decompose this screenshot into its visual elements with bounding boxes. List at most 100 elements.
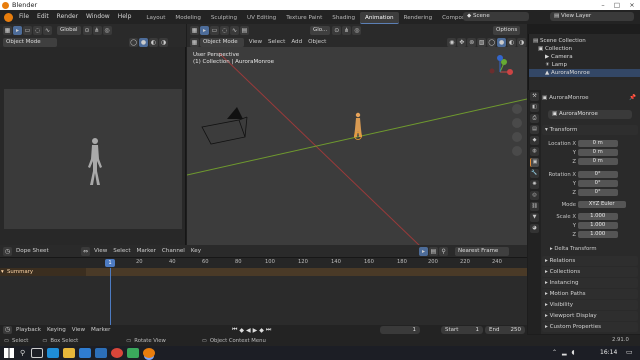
view-layer-selector[interactable]: ▤ View Layer — [550, 12, 634, 21]
viewport-pivot-icon[interactable]: ⊙ — [332, 26, 342, 35]
editor-type-icon[interactable]: ▦ — [3, 26, 12, 35]
rotation-mode-dropdown[interactable]: XYZ Euler — [577, 201, 626, 208]
outliner-scene-collection[interactable]: ▤ Scene Collection — [529, 37, 640, 45]
collections-panel-header[interactable]: ▸ Collections — [542, 267, 638, 277]
custom-properties-panel-header[interactable]: ▸ Custom Properties — [542, 322, 638, 332]
viewport-shading-wire-icon[interactable]: ◯ — [129, 38, 138, 47]
next-key-icon[interactable]: ◆ — [259, 327, 264, 334]
shading-material-icon[interactable]: ◐ — [507, 38, 517, 47]
particles-tab-icon[interactable]: ✺ — [530, 180, 539, 189]
data-tab-icon[interactable]: ▼ — [530, 213, 539, 222]
viewport-box-select-icon[interactable]: ▭ — [210, 26, 219, 35]
tray-up-icon[interactable]: ⌃ — [552, 349, 557, 356]
blender-taskbar-icon[interactable] — [143, 348, 156, 358]
viewport-nav-buttons[interactable] — [512, 104, 522, 156]
gizmo-toggle-icon[interactable]: ✥ — [457, 38, 467, 47]
dopesheet-menu-view[interactable]: View — [91, 245, 110, 258]
mail-icon[interactable] — [95, 348, 108, 358]
physics-tab-icon[interactable]: ◎ — [530, 191, 539, 200]
windows-start-icon[interactable] — [4, 348, 14, 358]
blender-menu-icon[interactable] — [4, 12, 13, 22]
left-mode-dropdown[interactable]: Object Mode — [3, 38, 57, 47]
transform-orientation-dropdown[interactable]: Global — [57, 26, 81, 35]
play-icon[interactable]: ▶ — [253, 327, 258, 334]
timeline-editor-icon[interactable]: ◷ — [3, 326, 12, 334]
tab-rendering[interactable]: Rendering — [399, 12, 438, 24]
relations-panel-header[interactable]: ▸ Relations — [542, 256, 638, 266]
jump-start-icon[interactable]: ⏮ — [232, 326, 237, 334]
clock[interactable]: 16:14 — [600, 349, 617, 356]
tab-texture-paint[interactable]: Texture Paint — [281, 12, 327, 24]
search-icon[interactable]: ⚲ — [20, 349, 25, 357]
tab-layout[interactable]: Layout — [141, 12, 170, 24]
summary-channel[interactable]: ▾ Summary — [0, 268, 86, 276]
object-tab-icon[interactable]: ▣ — [530, 158, 539, 167]
lasso-select-icon[interactable]: ∿ — [43, 26, 52, 35]
3d-viewport[interactable]: User Perspective (1) Collection | Aurora… — [187, 47, 527, 270]
app-icon[interactable] — [127, 348, 140, 358]
output-tab-icon[interactable]: ⎙ — [530, 114, 539, 123]
outliner-collection[interactable]: ▣ Collection — [529, 45, 640, 53]
dopesheet-menu-marker[interactable]: Marker — [134, 245, 159, 258]
play-reverse-icon[interactable]: ◀ — [246, 327, 251, 334]
tab-modeling[interactable]: Modeling — [170, 12, 205, 24]
dopesheet-menu-key[interactable]: Key — [188, 245, 204, 258]
tab-sculpting[interactable]: Sculpting — [206, 12, 242, 24]
select-tool-icon[interactable]: ▸ — [13, 26, 22, 35]
view-layer-tab-icon[interactable]: ▤ — [530, 125, 539, 134]
render-tab-icon[interactable]: ◧ — [530, 103, 539, 112]
tab-uv-editing[interactable]: UV Editing — [242, 12, 281, 24]
maximize-button[interactable]: □ — [610, 0, 624, 10]
edge-icon[interactable] — [47, 348, 60, 358]
outliner-lamp[interactable]: ☀ Lamp — [529, 61, 640, 69]
rotation-x-field[interactable]: 0° — [577, 171, 618, 178]
dopesheet-menu-channel[interactable]: Channel — [159, 245, 188, 258]
scene-tab-icon[interactable]: ◆ — [530, 136, 539, 145]
navigation-gizmo[interactable] — [489, 55, 514, 75]
only-selected-icon[interactable]: ▸ — [419, 246, 429, 256]
scale-y-field[interactable]: 1.000 — [577, 222, 618, 229]
explorer-icon[interactable] — [63, 348, 76, 358]
motion-paths-panel-header[interactable]: ▸ Motion Paths — [542, 289, 638, 299]
rotation-y-field[interactable]: 0° — [577, 180, 618, 187]
frame-ruler[interactable]: 1 20 40 60 80 100 120 140 160 180 200 22… — [0, 258, 527, 268]
menu-playback[interactable]: Playback — [13, 325, 44, 335]
ghost-curves-icon[interactable]: ▤ — [429, 246, 439, 256]
snapping-dropdown[interactable]: Nearest Frame — [455, 246, 510, 256]
viewport-editor-icon-2[interactable]: ▦ — [190, 38, 199, 47]
object-name-field[interactable]: ▣ AuroraMonroe — [548, 110, 632, 119]
location-x-field[interactable]: 0 m — [577, 140, 618, 147]
filter-icon[interactable]: ⚲ — [439, 246, 449, 256]
scale-x-field[interactable]: 1.000 — [577, 213, 618, 220]
jump-end-icon[interactable]: ⏭ — [266, 326, 271, 334]
viewport-shading-material-icon[interactable]: ◐ — [149, 38, 158, 47]
options-dropdown[interactable]: Options — [493, 26, 521, 35]
volume-icon[interactable]: ◖ — [572, 349, 575, 356]
pin-icon[interactable]: 📌 — [629, 93, 636, 103]
overlay-toggle-icon[interactable]: ⊚ — [467, 38, 477, 47]
box-select-icon[interactable]: ▭ — [23, 26, 32, 35]
delta-transform-header[interactable]: ▸ Delta Transform — [550, 245, 597, 253]
prev-key-icon[interactable]: ◆ — [239, 327, 244, 334]
outliner-auroramonroe[interactable]: ▲ AuroraMonroe — [529, 69, 640, 77]
menu-help[interactable]: Help — [114, 10, 136, 24]
chrome-icon[interactable] — [111, 348, 124, 358]
store-icon[interactable] — [79, 348, 92, 358]
notifications-icon[interactable]: ▭ — [626, 348, 633, 356]
material-tab-icon[interactable]: ◕ — [530, 224, 539, 233]
minimize-button[interactable]: – — [596, 0, 610, 10]
viewport-shading-solid-icon[interactable]: ● — [139, 38, 148, 47]
tab-shading[interactable]: Shading — [327, 12, 360, 24]
xray-toggle-icon[interactable]: ▧ — [477, 38, 487, 47]
menu-render[interactable]: Render — [53, 10, 82, 24]
menu-file[interactable]: File — [15, 10, 33, 24]
scale-z-field[interactable]: 1.000 — [577, 231, 618, 238]
constraints-tab-icon[interactable]: ⛓ — [530, 202, 539, 211]
menu-keying[interactable]: Keying — [44, 325, 69, 335]
camera-object[interactable] — [201, 107, 248, 145]
menu-window[interactable]: Window — [82, 10, 114, 24]
instancing-panel-header[interactable]: ▸ Instancing — [542, 278, 638, 288]
dopesheet-editor-icon[interactable]: ◷ — [3, 246, 12, 256]
dopesheet-mode-dropdown[interactable]: Dope Sheet — [13, 245, 57, 258]
tool-tab-icon[interactable]: ⚒ — [530, 92, 539, 101]
